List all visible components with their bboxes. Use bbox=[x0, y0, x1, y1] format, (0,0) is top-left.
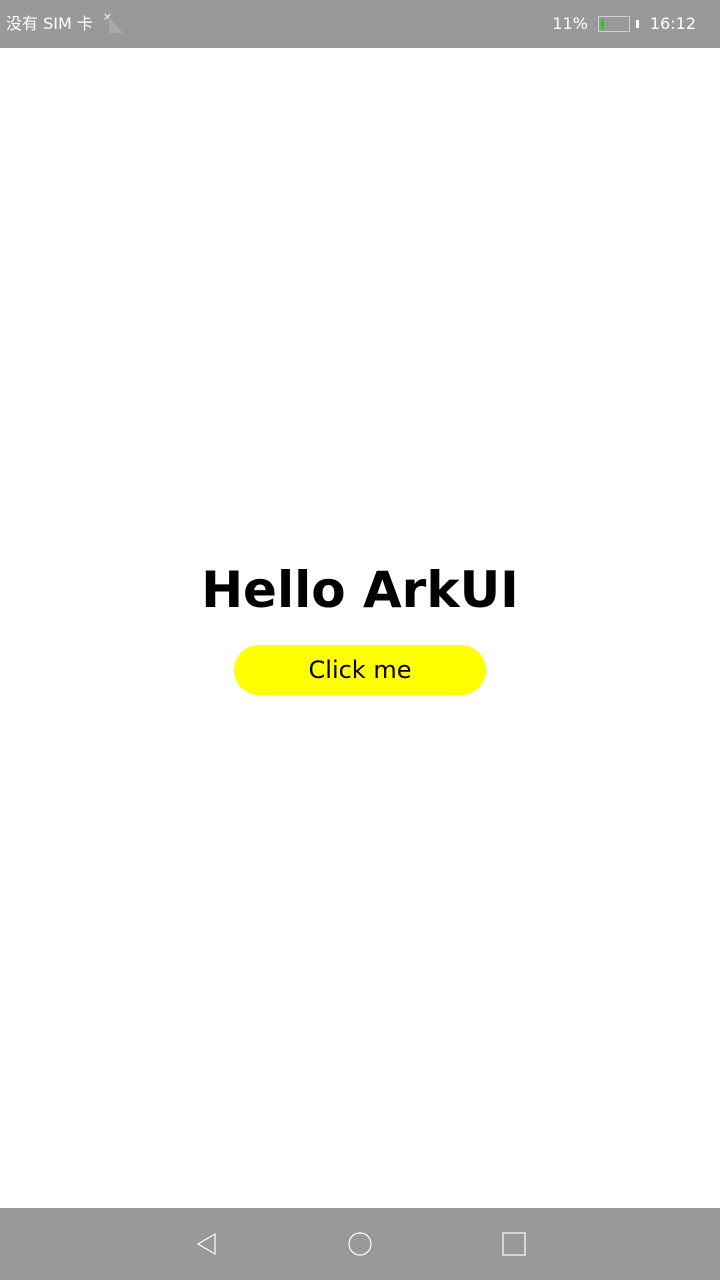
back-triangle-icon[interactable] bbox=[195, 1232, 219, 1256]
status-right: 11% 16:12 bbox=[552, 13, 696, 35]
battery-level-fill bbox=[600, 19, 604, 29]
status-bar: 没有 SIM 卡 × 11% 16:12 bbox=[0, 0, 720, 48]
recent-square-icon[interactable] bbox=[502, 1232, 526, 1256]
home-circle-icon[interactable] bbox=[348, 1232, 372, 1256]
main-content: Hello ArkUI Click me bbox=[0, 48, 720, 1208]
status-time: 16:12 bbox=[649, 14, 696, 33]
status-left: 没有 SIM 卡 × bbox=[6, 11, 123, 35]
battery-cap-icon bbox=[635, 20, 639, 28]
battery-percent: 11% bbox=[552, 14, 588, 33]
carrier-label: 没有 SIM 卡 bbox=[6, 14, 93, 33]
app-screen: 没有 SIM 卡 × 11% 16:12 Hello ArkUI Click m… bbox=[0, 0, 720, 1280]
battery-icon bbox=[597, 16, 630, 32]
click-me-button[interactable]: Click me bbox=[234, 645, 486, 695]
page-title: Hello ArkUI bbox=[201, 561, 519, 619]
signal-bars-icon bbox=[108, 17, 123, 33]
no-sim-signal-icon: × bbox=[101, 11, 123, 35]
navigation-bar bbox=[0, 1208, 720, 1280]
